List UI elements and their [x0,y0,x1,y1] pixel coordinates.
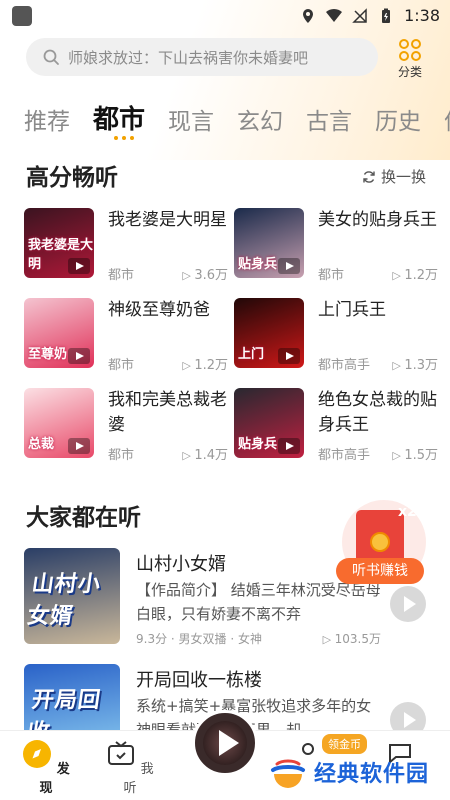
tab-fantasy[interactable]: 玄幻 [237,102,283,136]
book-tag: 都市 [108,268,135,283]
book-meta: 都市 1.4万 [108,444,228,463]
book-title: 上门兵王 [318,300,386,320]
play-button[interactable] [390,586,426,622]
book-title: 美女的贴身兵王 [318,210,437,230]
watermark: 经典软件园 [268,752,429,792]
play-icon [68,348,90,364]
book-score: 9.3分 · 男女双播 · 女神 [136,632,262,646]
search-placeholder: 师娘求放过：下山去祸害你未婚妻吧 [68,48,309,67]
book-plays: 3.6万 [182,264,228,283]
watermark-logo-icon [270,754,307,790]
category-label: 分类 [397,65,422,79]
book-card[interactable]: 贴身兵 绝色女总裁的贴身兵王都市高手 1.5万 [234,388,439,464]
tv-icon [108,741,135,765]
promo-multiplier: x2 [398,504,417,520]
book-card[interactable]: 我老婆是大明我老婆是大明星都市 3.6万 [24,208,229,284]
play-icon [68,438,90,454]
watermark-text: 经典软件园 [314,762,430,787]
book-meta: 都市 1.2万 [318,264,438,283]
gold-coin-badge[interactable]: 领金币 [322,734,367,754]
book-plays: 1.3万 [392,354,438,373]
book-plays: 1.4万 [182,444,228,463]
nav-my-listening[interactable]: 我听 [100,739,160,796]
book-tag: 都市 [108,448,135,463]
tab-urban[interactable]: 都市 [93,99,145,136]
earn-promo-widget[interactable]: x2 听书赚钱 [336,500,426,590]
book-cover: 贴身兵 [234,208,304,278]
refresh-label: 换一换 [380,168,426,186]
book-meta: 都市 3.6万 [108,264,228,283]
book-title: 神级至尊奶爸 [108,300,210,320]
section-title-everyone: 大家都在听 [26,505,141,531]
book-cover: 上门 [234,298,304,368]
grid-icon [399,39,421,61]
book-title: 我和完美总裁老婆 [108,390,227,435]
book-tag: 都市 [318,268,345,283]
genre-tabs: 推荐 都市 现言 玄幻 古言 历史 仙 [24,96,450,136]
cover-text: 山村小女婿 [25,572,103,629]
clock: 1:38 [404,6,440,25]
refresh-button[interactable]: 换一换 [362,166,426,187]
book-cover: 贴身兵 [234,388,304,458]
tab-xianxia[interactable]: 仙 [444,102,450,136]
location-icon [303,8,314,23]
book-title: 山村小女婿 [136,554,226,575]
book-tag: 都市高手 [318,358,371,373]
book-plays: 1.5万 [392,444,438,463]
search-icon [43,49,59,65]
app-notification-icon [12,6,32,26]
play-icon [278,258,300,274]
battery-icon [382,8,391,23]
cover-text: 贴身兵 [238,257,278,272]
book-cover: 我老婆是大明 [24,208,94,278]
active-tab-indicator [114,136,134,140]
book-card[interactable]: 总裁 我和完美总裁老婆都市 1.4万 [24,388,229,464]
cover-text: 上门 [238,347,265,362]
cover-text: 贴身兵 [238,437,278,452]
book-cover: 总裁 [24,388,94,458]
cover-text: 总裁 [28,437,55,452]
play-icon [219,730,239,756]
book-cover: 山村小女婿 [24,548,120,644]
now-playing-button[interactable] [192,710,258,776]
play-icon [68,258,90,274]
book-title: 绝色女总裁的贴身兵王 [318,390,437,435]
coin-icon [370,532,390,552]
book-title: 我老婆是大明星 [108,210,227,230]
book-card[interactable]: 至尊奶 神级至尊奶爸都市 1.2万 [24,298,229,374]
tab-history[interactable]: 历史 [375,102,421,136]
nav-discover[interactable]: 发现 [16,739,76,796]
play-icon [278,348,300,364]
cover-text: 至尊奶 [28,347,68,362]
book-meta: 都市高手 1.3万 [318,354,438,373]
book-plays: 1.2万 [392,264,438,283]
discover-icon [23,740,52,768]
book-meta: 都市高手 1.5万 [318,444,438,463]
book-meta: 9.3分 · 男女双播 · 女神 103.5万 [136,630,381,647]
tab-recommend[interactable]: 推荐 [24,102,70,136]
tab-modern-romance[interactable]: 现言 [168,102,214,136]
section-title-high-score: 高分畅听 [26,165,118,191]
wifi-icon [326,8,343,22]
book-card[interactable]: 贴身兵 美女的贴身兵王都市 1.2万 [234,208,439,284]
refresh-icon [363,170,375,183]
status-bar: 1:38 [0,0,450,32]
book-tag: 都市 [108,358,135,373]
book-cover: 至尊奶 [24,298,94,368]
tab-ancient-romance[interactable]: 古言 [306,102,352,136]
promo-label: 听书赚钱 [336,558,424,584]
play-icon [278,438,300,454]
no-signal-icon [352,7,367,23]
book-tag: 都市高手 [318,448,371,463]
book-card[interactable]: 上门 上门兵王都市高手 1.3万 [234,298,439,374]
book-plays: 103.5万 [323,630,381,647]
book-plays: 1.2万 [182,354,228,373]
search-bar[interactable]: 师娘求放过：下山去祸害你未婚妻吧 [26,38,378,76]
category-button[interactable]: 分类 [390,38,430,80]
book-meta: 都市 1.2万 [108,354,228,373]
book-title: 开局回收一栋楼 [136,670,262,691]
